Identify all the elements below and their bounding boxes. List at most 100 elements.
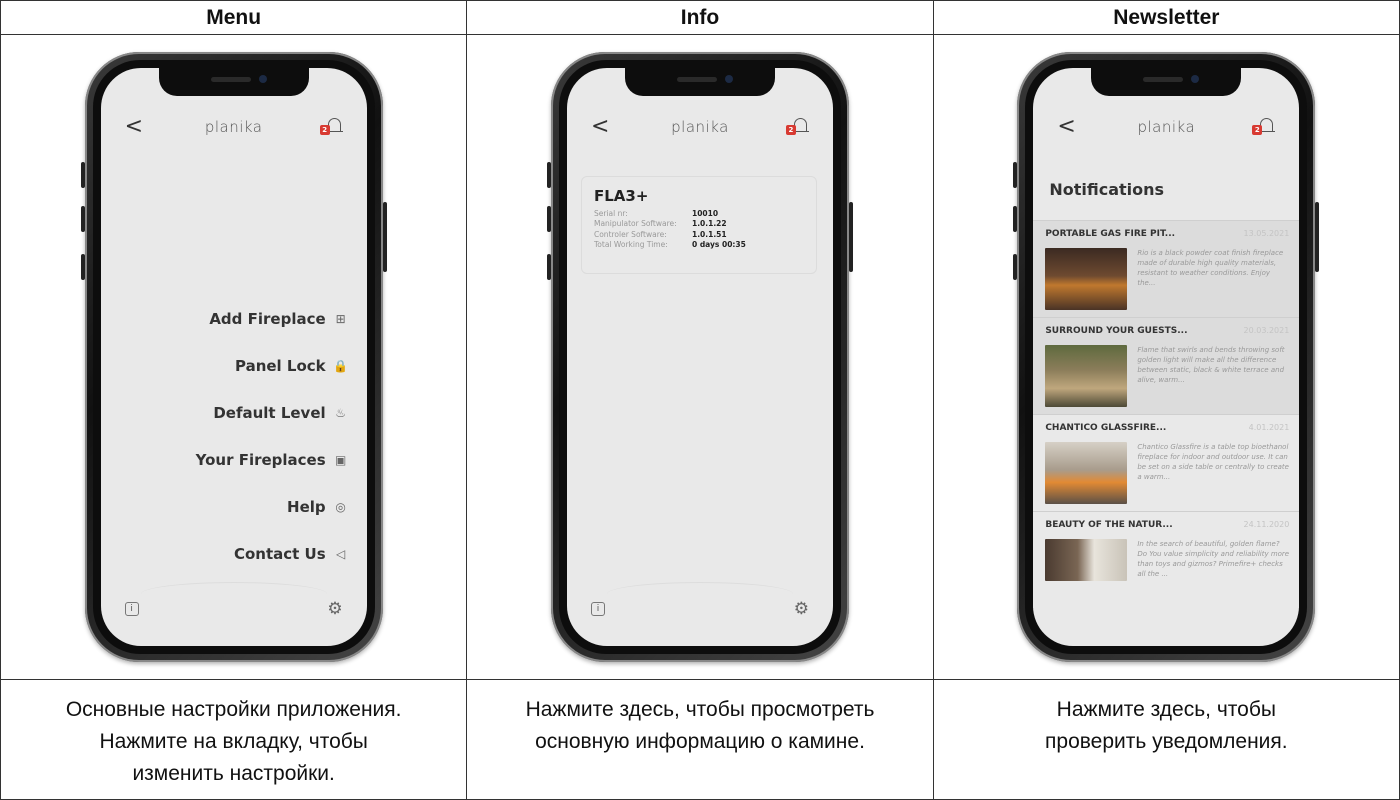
notification-title: CHANTICO GLASSFIRE... <box>1045 422 1167 433</box>
notification-date: 13.05.2021 <box>1243 228 1290 238</box>
caption-newsletter: Нажмите здесь, чтобы проверить уведомлен… <box>932 678 1400 800</box>
notch <box>624 67 775 96</box>
notification-title: SURROUND YOUR GUESTS... <box>1045 325 1188 336</box>
menu-item-add-fireplace[interactable]: Add Fireplace ⊞ <box>196 296 349 343</box>
info-value: 1.0.1.51 <box>691 229 727 239</box>
menu-item-your-fireplaces[interactable]: Your Fireplaces ▣ <box>196 437 349 484</box>
gear-icon[interactable]: ⚙ <box>794 599 809 619</box>
notification-item[interactable]: PORTABLE GAS FIRE PIT... 13.05.2021 Rio i… <box>1033 219 1300 317</box>
phone-mockup: < planika 2 Notifications PORTABLE GAS F… <box>1013 51 1320 662</box>
fireplace-icon: ▣ <box>334 453 347 468</box>
info-screen: < planika 2 FLA3+ Serial nr: 10010 Manipu… <box>566 67 833 646</box>
bell-icon[interactable]: 2 <box>785 116 809 136</box>
info-row: Total Working Time: 0 days 00:35 <box>594 240 804 251</box>
top-bar: < planika 2 <box>101 114 367 144</box>
menu-item-label: Panel Lock <box>234 357 326 376</box>
bell-icon[interactable]: 2 <box>1252 116 1276 136</box>
caption-info: Нажмите здесь, чтобы просмотреть основну… <box>466 678 934 800</box>
plus-square-icon: ⊞ <box>335 312 346 327</box>
notification-image <box>1045 538 1128 581</box>
phone-bezel: < planika 2 Add Fireplace ⊞ Panel Lock 🔒 D… <box>92 59 375 654</box>
caption-line: Нажмите на вкладку, чтобы <box>99 729 368 753</box>
bell-icon[interactable]: 2 <box>319 116 343 136</box>
caption-menu: Основные настройки приложения. Нажмите н… <box>0 678 468 800</box>
menu-item-label: Default Level <box>213 404 326 423</box>
notification-item[interactable]: CHANTICO GLASSFIRE... 4.01.2021 Chantico … <box>1033 413 1300 511</box>
notification-list: PORTABLE GAS FIRE PIT... 13.05.2021 Rio i… <box>1033 219 1300 646</box>
caption-line: изменить настройки. <box>132 761 335 785</box>
bottom-bar: i ⚙ <box>590 599 809 622</box>
bottom-bar: i ⚙ <box>124 599 343 622</box>
menu-item-label: Add Fireplace <box>209 310 326 329</box>
notification-item[interactable]: BEAUTY OF THE NATUR... 24.11.2020 In the … <box>1033 510 1300 608</box>
newsletter-phone-cell: < planika 2 Notifications PORTABLE GAS F… <box>932 34 1400 680</box>
info-value: 0 days 00:35 <box>691 240 746 250</box>
phone-bezel: < planika 2 FLA3+ Serial nr: 10010 Manipu… <box>558 59 841 654</box>
caption-row: Основные настройки приложения. Нажмите н… <box>0 678 1400 800</box>
notification-badge: 2 <box>785 124 796 135</box>
lock-icon: 🔒 <box>333 359 349 374</box>
menu-phone-cell: < planika 2 Add Fireplace ⊞ Panel Lock 🔒 D… <box>0 34 468 680</box>
notification-date: 4.01.2021 <box>1248 422 1290 432</box>
notch <box>158 67 309 96</box>
notch <box>1091 67 1242 96</box>
phone-row: < planika 2 Add Fireplace ⊞ Panel Lock 🔒 D… <box>0 34 1400 680</box>
caption-line: Нажмите здесь, чтобы просмотреть <box>525 697 875 721</box>
notification-date: 20.03.2021 <box>1243 325 1290 335</box>
gear-icon[interactable]: ⚙ <box>327 599 342 619</box>
notification-title: PORTABLE GAS FIRE PIT... <box>1045 228 1176 239</box>
info-key: Manipulator Software: <box>593 219 677 229</box>
menu-item-default-level[interactable]: Default Level ♨ <box>196 390 349 437</box>
notification-badge: 2 <box>319 124 330 135</box>
notification-image <box>1045 344 1128 407</box>
caption-line: Нажмите здесь, чтобы <box>1056 697 1276 721</box>
info-row: Serial nr: 10010 <box>594 209 804 220</box>
info-value: 1.0.1.22 <box>691 219 727 229</box>
phone-bezel: < planika 2 Notifications PORTABLE GAS F… <box>1025 59 1308 654</box>
info-icon[interactable]: i <box>124 601 139 616</box>
send-icon: ◁ <box>336 547 346 562</box>
top-bar: < planika 2 <box>567 114 833 144</box>
flame-icon: ♨ <box>335 406 347 421</box>
menu-screen: < planika 2 Add Fireplace ⊞ Panel Lock 🔒 D… <box>100 67 367 646</box>
top-bar: < planika 2 <box>1033 114 1299 144</box>
menu-item-help[interactable]: Help ◎ <box>196 484 349 531</box>
newsletter-screen: < planika 2 Notifications PORTABLE GAS F… <box>1033 67 1300 646</box>
header-newsletter: Newsletter <box>932 0 1400 36</box>
fireplace-info-card: FLA3+ Serial nr: 10010 Manipulator Softwa… <box>580 175 817 274</box>
phone-mockup: < planika 2 Add Fireplace ⊞ Panel Lock 🔒 D… <box>80 51 387 662</box>
notifications-title: Notifications <box>1049 179 1165 199</box>
menu-item-panel-lock[interactable]: Panel Lock 🔒 <box>196 343 349 390</box>
info-row: Manipulator Software: 1.0.1.22 <box>594 219 804 230</box>
notification-item[interactable]: SURROUND YOUR GUESTS... 20.03.2021 Flame … <box>1033 316 1300 414</box>
notification-title: BEAUTY OF THE NATUR... <box>1045 519 1173 530</box>
info-icon[interactable]: i <box>590 601 605 616</box>
info-key: Total Working Time: <box>593 240 668 250</box>
header-row: Menu Info Newsletter <box>0 0 1400 36</box>
notification-image <box>1045 247 1128 310</box>
info-key: Serial nr: <box>593 208 628 218</box>
notification-date: 24.11.2020 <box>1243 519 1290 529</box>
notification-badge: 2 <box>1252 124 1263 135</box>
notification-excerpt: Flame that swirls and bends throwing sof… <box>1137 345 1285 384</box>
notification-excerpt: In the search of beautiful, golden flame… <box>1137 539 1290 578</box>
info-phone-cell: < planika 2 FLA3+ Serial nr: 10010 Manipu… <box>466 34 934 680</box>
settings-menu: Add Fireplace ⊞ Panel Lock 🔒 Default Level… <box>196 296 349 578</box>
notification-excerpt: Chantico Glassfire is a table top bioeth… <box>1137 442 1289 481</box>
menu-item-label: Your Fireplaces <box>195 451 326 470</box>
menu-item-contact-us[interactable]: Contact Us ◁ <box>196 531 349 578</box>
menu-item-label: Help <box>287 498 326 517</box>
notification-image <box>1045 441 1128 504</box>
info-value: 10010 <box>691 208 719 218</box>
caption-line: проверить уведомления. <box>1045 729 1288 753</box>
info-row: Controler Software: 1.0.1.51 <box>594 230 804 241</box>
notification-excerpt: Rio is a black powder coat finish firepl… <box>1137 248 1284 287</box>
header-menu: Menu <box>0 0 468 36</box>
caption-line: Основные настройки приложения. <box>65 697 402 721</box>
phone-mockup: < planika 2 FLA3+ Serial nr: 10010 Manipu… <box>546 51 853 662</box>
lifebuoy-icon: ◎ <box>335 500 346 515</box>
info-key: Controler Software: <box>593 229 667 239</box>
caption-line: основную информацию о камине. <box>535 729 865 753</box>
instruction-table: Menu Info Newsletter < planika 2 Add Fir… <box>0 0 1400 800</box>
menu-item-label: Contact Us <box>233 545 326 564</box>
